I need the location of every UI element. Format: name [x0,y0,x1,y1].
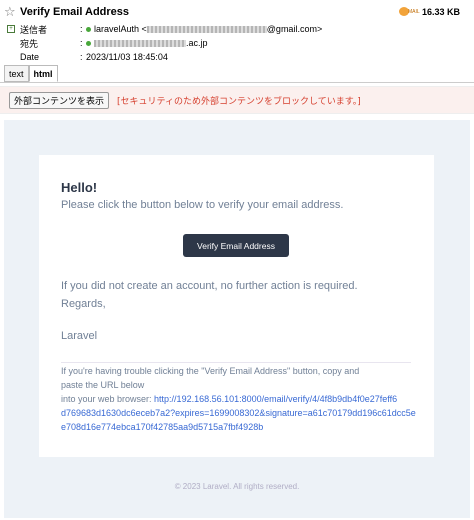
status-dot-icon [86,41,91,46]
from-row: + 送信者 : laravelAuth < @gmail.com> [7,22,467,36]
date-value: 2023/11/03 18:45:04 [86,52,168,62]
verify-email-button[interactable]: Verify Email Address [183,234,289,257]
tab-text[interactable]: text [4,65,29,82]
redacted-address [94,40,186,48]
intro-text: Please click the button below to verify … [61,199,344,211]
size-indicator: MAIL 16.33 KB [397,4,460,20]
external-content-bar: 外部コンテンツを表示 [セキュリティのため外部コンテンツをブロックしています。] [0,86,474,114]
from-label: 送信者 [20,24,48,35]
mail-size-icon: MAIL [397,5,420,19]
view-tabs: text html [4,65,58,82]
greeting: Hello! [61,180,98,195]
divider [61,362,411,363]
subject-row: ☆ Verify Email Address [4,4,129,20]
mail-subject: Verify Email Address [20,6,130,18]
salutation: Regards, [61,298,106,310]
verify-url-link-cont[interactable]: d769683d1630dc6eceb7a2?expires=169900830… [61,406,421,420]
divider [0,82,474,83]
mail-header: ☆ Verify Email Address MAIL 16.33 KB + 送… [0,0,474,88]
signature: Laravel [61,330,98,342]
outro-text: If you did not create an account, no fur… [61,280,358,292]
external-content-notice: [セキュリティのため外部コンテンツをブロックしています。] [117,97,361,107]
to-label: 宛先 [20,38,39,49]
status-dot-icon [86,27,91,32]
subcopy: If you're having trouble clicking the "V… [61,364,421,434]
show-external-content-button[interactable]: 外部コンテンツを表示 [9,92,110,109]
to-row: 宛先 : .ac.jp [20,38,208,49]
tab-html[interactable]: html [28,65,58,82]
date-row: Date : 2023/11/03 18:45:04 [20,52,168,62]
to-value[interactable]: .ac.jp [86,38,208,48]
email-footer: © 2023 Laravel. All rights reserved. [174,482,300,491]
add-contact-icon[interactable]: + [7,25,15,33]
redacted-address [146,26,267,34]
date-label: Date [20,52,40,62]
mail-size: 16.33 KB [421,7,460,17]
star-icon[interactable]: ☆ [4,5,18,19]
mail-meta: + 送信者 : laravelAuth < @gmail.com> 宛先 : .a… [7,22,467,64]
verify-url-link-end[interactable]: e708d16e774ebca170f42785aa9d5715a7fbf492… [61,420,421,434]
verify-url-link[interactable]: http://192.168.56.101:8000/email/verify/… [154,394,397,404]
from-value[interactable]: laravelAuth < @gmail.com> [86,24,322,34]
